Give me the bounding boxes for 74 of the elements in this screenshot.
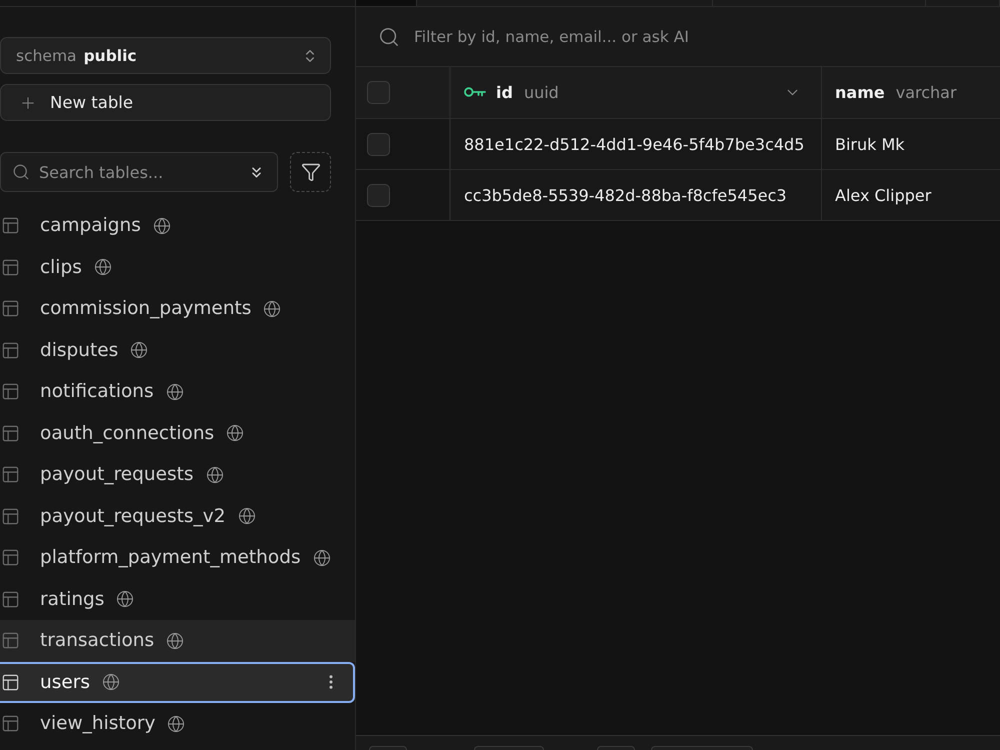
table-name: commission_payments — [40, 298, 252, 320]
select-all-checkbox[interactable] — [367, 81, 390, 104]
table-name: notifications — [40, 381, 154, 402]
table-name: platform_payment_methods — [40, 547, 301, 568]
table-list-item[interactable]: clips — [0, 246, 355, 288]
schema-select[interactable]: schema public — [0, 37, 331, 74]
table-icon — [1, 258, 20, 277]
globe-icon — [130, 341, 148, 360]
table-icon — [1, 631, 20, 650]
table-cell-text: Alex Clipper — [834, 184, 932, 206]
filter-input[interactable]: Filter by id, name, email... or ask AI — [414, 28, 1000, 46]
table-name: clips — [40, 256, 82, 278]
table-list-item[interactable]: ratings — [0, 578, 355, 620]
table-icon — [1, 672, 20, 692]
table-list-item[interactable]: campaigns — [0, 205, 355, 246]
column-type: uuid — [524, 83, 559, 102]
table-name: ratings — [40, 588, 104, 610]
table-icon — [1, 382, 20, 402]
table-cell-text: Biruk Mk — [834, 134, 906, 156]
table-icon — [1, 506, 20, 526]
table-name: payout_requests — [40, 464, 194, 486]
globe-icon — [102, 673, 120, 692]
table-icon — [1, 465, 20, 484]
search-icon — [378, 26, 400, 48]
search-icon — [12, 163, 30, 181]
row-checkbox[interactable] — [367, 132, 390, 156]
globe-icon — [312, 548, 331, 567]
table-name: oauth_connections — [40, 422, 214, 444]
globe-icon — [226, 424, 244, 442]
globe-icon — [167, 714, 186, 733]
table-list-item[interactable]: transactions — [0, 620, 355, 662]
table-name: payout_requests_v2 — [40, 506, 226, 527]
table-list-item[interactable]: disputes — [0, 330, 355, 371]
table-list-item[interactable]: commission_payments — [0, 288, 355, 330]
table-list-item[interactable]: view_history — [0, 703, 355, 744]
globe-icon — [263, 300, 282, 318]
globe-icon — [238, 507, 256, 526]
globe-icon — [206, 466, 224, 484]
table-cell: cc3b5de8-5539-482d-88ba-f8cfe545ec3 — [451, 170, 822, 220]
table-icon — [1, 590, 20, 609]
column-name: id — [496, 83, 513, 102]
column-type: varchar — [896, 83, 957, 102]
table-list-item[interactable]: notifications — [0, 371, 355, 412]
filter-button[interactable] — [290, 152, 331, 192]
filter-field[interactable]: Filter by id, name, email... or ask AI — [356, 7, 1000, 67]
globe-icon — [166, 632, 184, 650]
column-name: name — [835, 83, 885, 102]
new-table-button[interactable]: New table — [0, 84, 331, 121]
table-icon — [1, 424, 20, 443]
table-icon — [1, 548, 20, 568]
table-icon — [1, 714, 20, 734]
globe-icon — [116, 590, 134, 608]
table-list-item[interactable]: platform_payment_methods — [0, 537, 355, 578]
globe-icon — [166, 382, 184, 401]
table-name: users — [40, 672, 90, 693]
table-name: disputes — [40, 340, 118, 361]
table-icon — [1, 340, 20, 360]
table-list-item[interactable]: users — [0, 662, 355, 703]
globe-icon — [94, 258, 112, 276]
table-name: campaigns — [40, 215, 141, 236]
globe-icon — [152, 216, 171, 235]
table-name: transactions — [40, 630, 154, 652]
table-list-item[interactable]: payout_requests_v2 — [0, 496, 355, 537]
table-icon — [1, 216, 20, 236]
search-input[interactable]: Search tables... — [39, 162, 239, 182]
table-list-item[interactable]: payout_requests — [0, 454, 355, 496]
table-list-item[interactable]: oauth_connections — [0, 412, 355, 454]
table-icon — [1, 299, 20, 318]
search-field[interactable]: Search tables... — [0, 152, 278, 192]
table-name: view_history — [40, 713, 156, 734]
row-checkbox[interactable] — [367, 184, 390, 206]
key-icon — [464, 87, 486, 98]
filter-icon — [300, 162, 320, 182]
table-cell: 881e1c22-d512-4dd1-9e46-5f4b7be3c4d5 — [451, 119, 822, 169]
